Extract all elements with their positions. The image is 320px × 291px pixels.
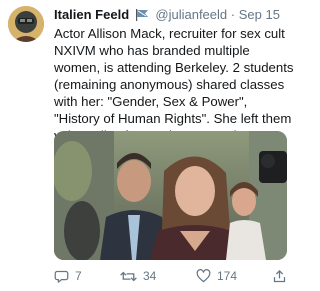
tweet-date[interactable]: Sep 15 [239,7,280,22]
author-handle[interactable]: @julianfeeld [155,7,227,22]
avatar[interactable] [8,6,44,42]
share-icon [273,269,286,282]
flag-emoji-icon [135,8,149,26]
comment-icon [54,270,69,283]
photo-image [54,131,287,260]
avatar-image [8,6,44,42]
tweet[interactable]: Italien Feeld @julianfeeld · Sep 15 Acto… [0,0,300,291]
tweet-photo[interactable] [54,131,287,260]
separator-dot: · [230,7,236,22]
retweet-button[interactable]: 34 [120,267,156,285]
reply-count: 7 [75,269,82,283]
like-count: 174 [217,269,238,283]
tweet-header: Italien Feeld @julianfeeld · Sep 15 [54,6,280,24]
tweet-actions: 7 34 174 [54,266,294,286]
retweet-icon [120,271,137,281]
retweet-count: 34 [143,269,157,283]
like-button[interactable]: 174 [196,267,237,285]
heart-icon [196,269,211,283]
author-name[interactable]: Italien Feeld [54,7,129,22]
reply-button[interactable]: 7 [54,267,82,285]
share-button[interactable] [272,267,293,285]
